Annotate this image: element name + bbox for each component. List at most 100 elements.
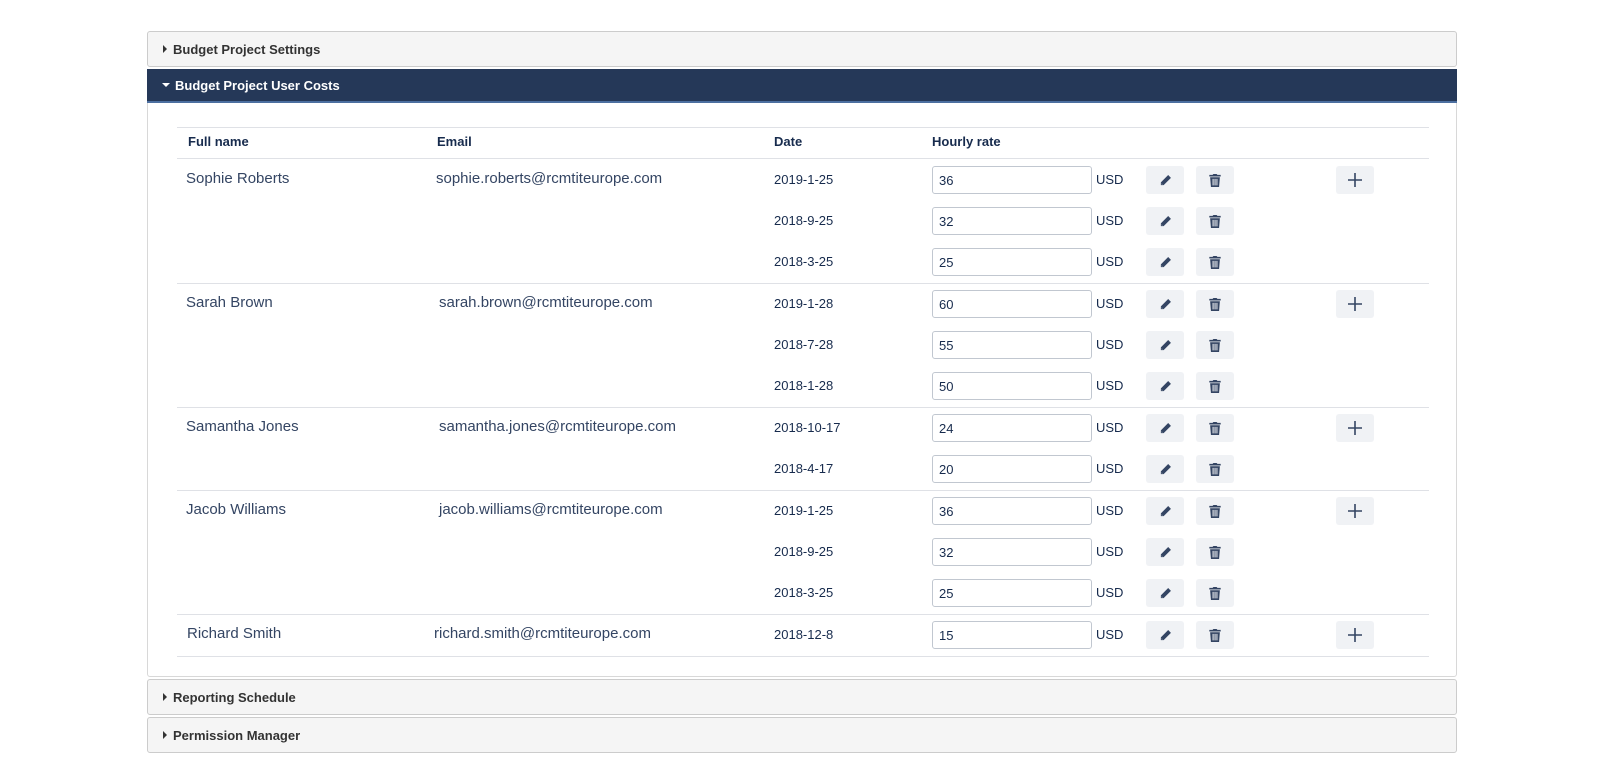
pencil-icon	[1159, 546, 1172, 559]
delete-rate-button[interactable]	[1196, 621, 1234, 649]
edit-rate-button[interactable]	[1146, 207, 1184, 235]
hourly-rate-input[interactable]	[932, 248, 1092, 276]
row-divider	[177, 490, 1429, 491]
trash-icon	[1209, 297, 1221, 311]
plus-icon	[1348, 173, 1362, 187]
delete-rate-button[interactable]	[1196, 207, 1234, 235]
rate-currency: USD	[1096, 296, 1124, 311]
delete-rate-button[interactable]	[1196, 331, 1234, 359]
edit-rate-button[interactable]	[1146, 290, 1184, 318]
rate-currency: USD	[1096, 627, 1124, 642]
budget-project-settings-header[interactable]: Budget Project Settings	[148, 32, 1456, 66]
rate-currency: USD	[1096, 254, 1124, 269]
caret-right-icon	[163, 693, 167, 701]
hourly-rate-input[interactable]	[932, 497, 1092, 525]
edit-rate-button[interactable]	[1146, 166, 1184, 194]
rate-currency: USD	[1096, 172, 1124, 187]
add-rate-button[interactable]	[1336, 497, 1374, 525]
table-top-divider	[177, 127, 1429, 128]
delete-rate-button[interactable]	[1196, 414, 1234, 442]
reporting-schedule-header[interactable]: Reporting Schedule	[148, 680, 1456, 714]
user-email: samantha.jones@rcmtiteurope.com	[439, 418, 676, 435]
trash-icon	[1209, 173, 1221, 187]
delete-rate-button[interactable]	[1196, 497, 1234, 525]
edit-rate-button[interactable]	[1146, 372, 1184, 400]
trash-icon	[1209, 421, 1221, 435]
rate-date: 2018-4-17	[774, 461, 834, 476]
edit-rate-button[interactable]	[1146, 579, 1184, 607]
rate-currency: USD	[1096, 461, 1124, 476]
pencil-icon	[1159, 463, 1172, 476]
caret-down-icon	[162, 83, 170, 87]
table-header-divider	[177, 158, 1429, 159]
trash-icon	[1209, 214, 1221, 228]
pencil-icon	[1159, 215, 1172, 228]
hourly-rate-input[interactable]	[932, 455, 1092, 483]
edit-rate-button[interactable]	[1146, 455, 1184, 483]
user-email: sophie.roberts@rcmtiteurope.com	[436, 170, 663, 187]
column-header-email: Email	[437, 134, 472, 149]
permission-manager-header[interactable]: Permission Manager	[148, 718, 1456, 752]
user-full-name: Samantha Jones	[186, 418, 299, 435]
hourly-rate-input[interactable]	[932, 372, 1092, 400]
panel-title: Permission Manager	[173, 727, 301, 743]
hourly-rate-input[interactable]	[932, 331, 1092, 359]
user-full-name: Sophie Roberts	[186, 170, 290, 187]
rate-currency: USD	[1096, 544, 1124, 559]
delete-rate-button[interactable]	[1196, 538, 1234, 566]
delete-rate-button[interactable]	[1196, 290, 1234, 318]
pencil-icon	[1159, 256, 1172, 269]
row-divider	[177, 407, 1429, 408]
edit-rate-button[interactable]	[1146, 497, 1184, 525]
edit-rate-button[interactable]	[1146, 248, 1184, 276]
plus-icon	[1348, 297, 1362, 311]
delete-rate-button[interactable]	[1196, 455, 1234, 483]
hourly-rate-input[interactable]	[932, 579, 1092, 607]
pencil-icon	[1159, 380, 1172, 393]
user-full-name: Richard Smith	[187, 625, 282, 642]
rate-currency: USD	[1096, 585, 1124, 600]
trash-icon	[1209, 338, 1221, 352]
hourly-rate-input[interactable]	[932, 414, 1092, 442]
panel-title: Reporting Schedule	[173, 689, 296, 705]
add-rate-button[interactable]	[1336, 290, 1374, 318]
rate-currency: USD	[1096, 337, 1124, 352]
rate-currency: USD	[1096, 213, 1124, 228]
permission-manager-panel: Permission Manager	[147, 717, 1457, 753]
panel-title: Budget Project Settings	[173, 41, 321, 57]
budget-project-settings-panel: Budget Project Settings	[147, 31, 1457, 67]
trash-icon	[1209, 255, 1221, 269]
pencil-icon	[1159, 629, 1172, 642]
edit-rate-button[interactable]	[1146, 414, 1184, 442]
edit-rate-button[interactable]	[1146, 621, 1184, 649]
rate-currency: USD	[1096, 378, 1124, 393]
rate-date: 2018-3-25	[774, 254, 834, 269]
caret-right-icon	[163, 45, 167, 53]
edit-rate-button[interactable]	[1146, 331, 1184, 359]
hourly-rate-input[interactable]	[932, 166, 1092, 194]
hourly-rate-input[interactable]	[932, 290, 1092, 318]
pencil-icon	[1159, 422, 1172, 435]
rate-date: 2019-1-25	[774, 503, 834, 518]
budget-project-user-costs-header[interactable]: Budget Project User Costs	[147, 69, 1457, 103]
plus-icon	[1348, 421, 1362, 435]
delete-rate-button[interactable]	[1196, 166, 1234, 194]
trash-icon	[1209, 462, 1221, 476]
delete-rate-button[interactable]	[1196, 579, 1234, 607]
rate-date: 2018-9-25	[774, 213, 834, 228]
user-email: jacob.williams@rcmtiteurope.com	[439, 501, 663, 518]
hourly-rate-input[interactable]	[932, 621, 1092, 649]
pencil-icon	[1159, 174, 1172, 187]
user-email: richard.smith@rcmtiteurope.com	[434, 625, 651, 642]
add-rate-button[interactable]	[1336, 166, 1374, 194]
hourly-rate-input[interactable]	[932, 538, 1092, 566]
add-rate-button[interactable]	[1336, 621, 1374, 649]
rate-date: 2018-9-25	[774, 544, 834, 559]
delete-rate-button[interactable]	[1196, 248, 1234, 276]
hourly-rate-input[interactable]	[932, 207, 1092, 235]
caret-right-icon	[163, 731, 167, 739]
delete-rate-button[interactable]	[1196, 372, 1234, 400]
plus-icon	[1348, 628, 1362, 642]
add-rate-button[interactable]	[1336, 414, 1374, 442]
edit-rate-button[interactable]	[1146, 538, 1184, 566]
